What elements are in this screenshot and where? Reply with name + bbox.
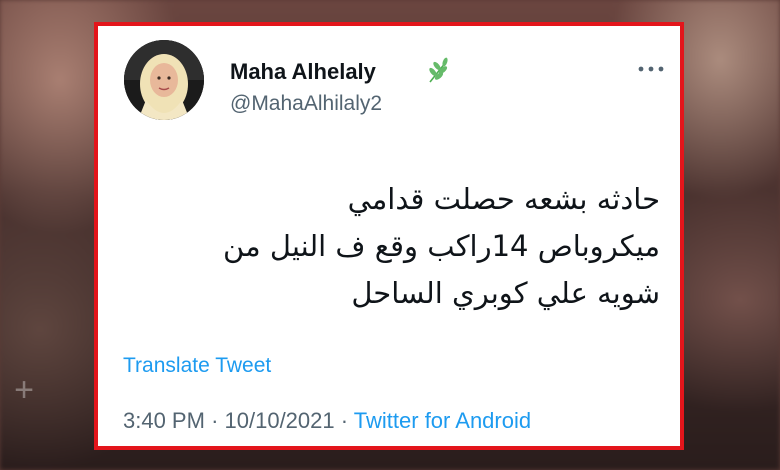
meta-separator: · (211, 408, 219, 433)
tweet-text-line: حادثه بشعه حصلت قدامي (347, 182, 660, 216)
author-name[interactable]: Maha Alhelaly (230, 59, 376, 85)
meta-separator: · (340, 408, 349, 433)
tweet-date[interactable]: 10/10/2021 (225, 408, 335, 433)
translate-tweet-link[interactable]: Translate Tweet (123, 354, 271, 378)
tweet-text-line: ميكروباص 14راكب وقع ف النيل من (223, 229, 660, 263)
tweet-card: Maha Alhelaly @MahaAlhilaly2 حادثه بشعه … (94, 22, 684, 450)
tweet-text-line: شويه علي كوبري الساحل (351, 276, 660, 310)
plus-icon: + (14, 371, 34, 409)
tweet-text: حادثه بشعه حصلت قدامي ميكروباص 14راكب وق… (223, 176, 660, 317)
author-handle[interactable]: @MahaAlhilaly2 (230, 92, 382, 116)
more-options-icon[interactable] (636, 64, 666, 74)
tweet-source-link[interactable]: Twitter for Android (354, 408, 531, 433)
leaf-icon (429, 57, 448, 83)
avatar[interactable] (124, 40, 204, 120)
tweet-metadata: 3:40 PM · 10/10/2021 · Twitter for Andro… (123, 408, 531, 434)
tweet-time[interactable]: 3:40 PM (123, 408, 205, 433)
